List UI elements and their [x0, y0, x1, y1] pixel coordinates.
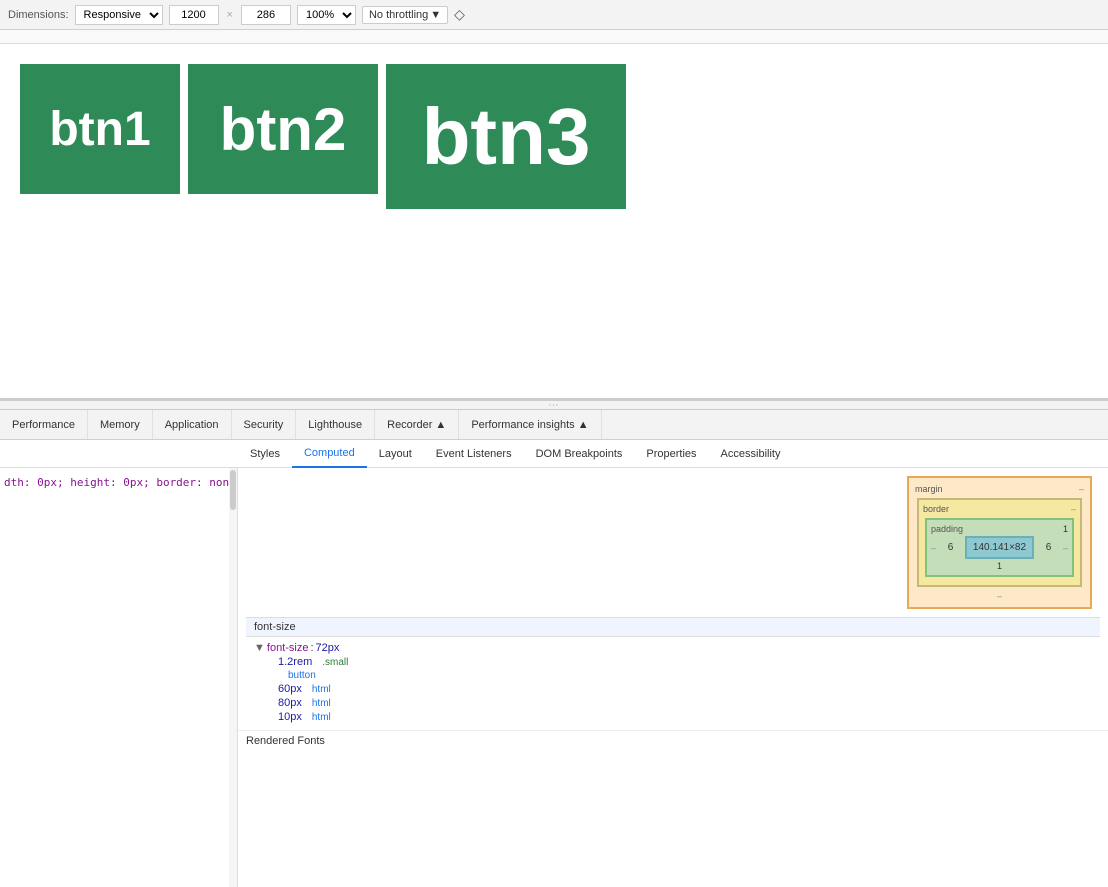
content-row: – 6 140.141×82 6 –: [931, 536, 1068, 559]
box-model-padding: padding 1 – 6 140.141×82 6 –: [925, 518, 1074, 577]
border-row: border –: [923, 504, 1076, 514]
margin-dash: –: [1079, 484, 1084, 494]
margin-bottom-dash: –: [915, 591, 1084, 601]
child-source-1: button: [288, 670, 316, 681]
dom-scrollbar-thumb[interactable]: [230, 470, 236, 510]
css-child-row-3: 80px html: [254, 696, 1092, 710]
tab-application[interactable]: Application: [153, 410, 232, 440]
sub-tab-bar: Styles Computed Layout Event Listeners D…: [0, 440, 1108, 468]
preview-content: btn1 btn2 btn3: [0, 44, 1108, 209]
rendered-fonts-label: Rendered Fonts: [246, 735, 325, 747]
toolbar: Dimensions: Responsive × 100% No throttl…: [0, 0, 1108, 30]
border-dash: –: [1071, 504, 1076, 514]
css-child-row-0: 1.2rem .small: [254, 655, 1092, 669]
css-main-prop-row: ▼ font-size : 72px: [254, 641, 1092, 655]
content-size: 140.141×82: [973, 542, 1026, 553]
btn3-preview[interactable]: btn3: [386, 64, 626, 209]
dom-scrollbar[interactable]: [229, 468, 237, 887]
throttle-label: No throttling: [369, 9, 428, 21]
box-model-content: 140.141×82: [965, 536, 1034, 559]
child-source-2: html: [312, 684, 331, 695]
zoom-select[interactable]: 100%: [297, 5, 356, 25]
border-label: border: [923, 504, 949, 514]
box-model-margin: margin – border – padding 1: [907, 476, 1092, 609]
btn1-preview[interactable]: btn1: [20, 64, 180, 194]
left-outer-dash: –: [931, 543, 936, 553]
padding-label: padding: [931, 524, 963, 534]
height-input[interactable]: [241, 5, 291, 25]
tab-recorder[interactable]: Recorder ▲: [375, 410, 459, 440]
left-value: 6: [948, 542, 954, 553]
expand-arrow[interactable]: ▼: [254, 642, 265, 654]
child-val-3: 80px: [278, 697, 302, 709]
preview-area: btn1 btn2 btn3: [0, 30, 1108, 400]
width-input[interactable]: [169, 5, 219, 25]
main-prop-name: font-size: [267, 642, 309, 654]
tab-performance[interactable]: Performance: [0, 410, 88, 440]
dom-panel: dth: 0px; height: 0px; border: non: [0, 468, 238, 887]
btn2-preview[interactable]: btn2: [188, 64, 378, 194]
dimension-separator: ×: [227, 9, 233, 21]
right-outer-dash: –: [1063, 543, 1068, 553]
child-source-4: html: [312, 712, 331, 723]
css-child-row-2: 60px html: [254, 682, 1092, 696]
child-source-3: html: [312, 698, 331, 709]
child-val-4: 10px: [278, 711, 302, 723]
dimensions-select[interactable]: Responsive: [75, 5, 163, 25]
margin-label: margin: [915, 484, 943, 494]
child-val-0: 1.2rem: [278, 656, 312, 668]
tab-dom-breakpoints[interactable]: DOM Breakpoints: [524, 440, 635, 468]
dom-code: dth: 0px; height: 0px; border: non: [0, 468, 237, 497]
throttle-button[interactable]: No throttling ▼: [362, 6, 448, 24]
css-child-row-1: button: [254, 669, 1092, 682]
devtools-tab-bar: Performance Memory Application Security …: [0, 410, 1108, 440]
resize-handle[interactable]: ⋯: [0, 400, 1108, 410]
tab-accessibility[interactable]: Accessibility: [709, 440, 793, 468]
padding-value: 1: [1063, 524, 1068, 534]
ruler: [0, 30, 1108, 44]
devtools-body: dth: 0px; height: 0px; border: non margi…: [0, 468, 1108, 887]
dimensions-label: Dimensions:: [8, 9, 69, 21]
css-child-row-4: 10px html: [254, 710, 1092, 724]
box-model-border: border – padding 1 – 6: [917, 498, 1082, 587]
tab-performance-insights[interactable]: Performance insights ▲: [459, 410, 601, 440]
dom-code-text: dth: 0px; height: 0px; border: non: [4, 476, 229, 489]
handle-icon: ⋯: [549, 400, 560, 411]
css-prop-group: ▼ font-size : 72px 1.2rem .small button …: [246, 639, 1100, 726]
css-prop-section: font-size ▼ font-size : 72px 1.2rem .sma…: [238, 617, 1108, 726]
child-source-0: .small: [322, 657, 348, 668]
tab-computed[interactable]: Computed: [292, 440, 367, 468]
tab-event-listeners[interactable]: Event Listeners: [424, 440, 524, 468]
tab-properties[interactable]: Properties: [634, 440, 708, 468]
bottom-padding: 1: [931, 561, 1068, 571]
tab-layout[interactable]: Layout: [367, 440, 424, 468]
computed-panel[interactable]: margin – border – padding 1: [238, 468, 1108, 887]
rendered-fonts-section: Rendered Fonts: [238, 730, 1108, 751]
css-prop-header: font-size: [246, 617, 1100, 637]
padding-row: padding 1: [931, 524, 1068, 534]
section-label: font-size: [254, 621, 296, 633]
tab-lighthouse[interactable]: Lighthouse: [296, 410, 375, 440]
box-model-container: margin – border – padding 1: [907, 476, 1092, 609]
right-value: 6: [1046, 542, 1052, 553]
tab-styles[interactable]: Styles: [238, 440, 292, 468]
child-val-2: 60px: [278, 683, 302, 695]
main-prop-value: 72px: [316, 642, 340, 654]
tab-security[interactable]: Security: [232, 410, 297, 440]
margin-row: margin –: [915, 484, 1084, 494]
throttle-arrow: ▼: [430, 9, 441, 21]
rotate-button[interactable]: ◇: [454, 6, 465, 23]
tab-memory[interactable]: Memory: [88, 410, 153, 440]
